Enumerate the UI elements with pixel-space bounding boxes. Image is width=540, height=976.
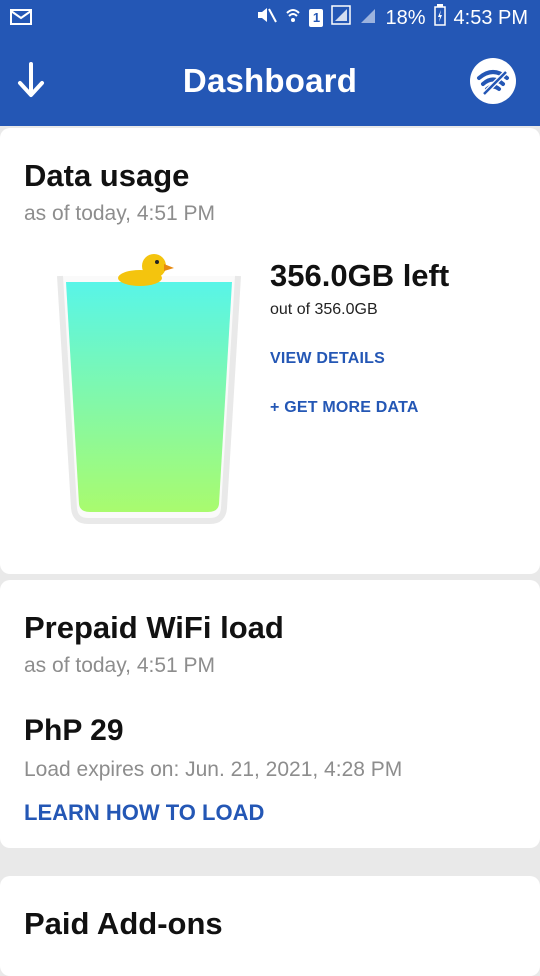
status-icons: 1 18% 4:53 PM xyxy=(255,4,528,32)
status-time: 4:53 PM xyxy=(453,6,528,29)
load-expiry: Load expires on: Jun. 21, 2021, 4:28 PM xyxy=(24,758,403,781)
mute-icon xyxy=(255,5,278,31)
battery-percent: 18% xyxy=(385,6,426,29)
data-usage-timestamp: as of today, 4:51 PM xyxy=(24,202,216,225)
view-details-link[interactable]: VIEW DETAILS xyxy=(270,350,385,368)
prepaid-timestamp: as of today, 4:51 PM xyxy=(24,654,216,677)
data-glass-graphic xyxy=(57,254,241,524)
page-title: Dashboard xyxy=(182,62,358,99)
battery-icon xyxy=(433,4,446,32)
data-total: out of 356.0GB xyxy=(270,301,378,318)
wifi-signal-icon xyxy=(285,5,301,31)
learn-how-to-load-link[interactable]: LEARN HOW TO LOAD xyxy=(24,800,264,826)
sim-icon: 1 xyxy=(309,9,324,27)
data-usage-card: Data usage as of today, 4:51 PM 356.0GB … xyxy=(0,128,540,574)
prepaid-card: Prepaid WiFi load as of today, 4:51 PM P… xyxy=(0,580,540,848)
signal-icon xyxy=(331,5,352,31)
prepaid-title: Prepaid WiFi load xyxy=(24,610,284,645)
data-usage-title: Data usage xyxy=(24,158,190,193)
app-bar: Dashboard xyxy=(0,36,540,126)
signal-icon xyxy=(359,5,377,31)
mail-icon xyxy=(10,8,32,31)
load-amount: PhP 29 xyxy=(24,714,124,747)
get-more-data-link[interactable]: + GET MORE DATA xyxy=(270,399,419,417)
data-remaining: 356.0GB left xyxy=(270,258,450,293)
data-level-fill xyxy=(66,282,232,512)
paid-addons-card: Paid Add-ons xyxy=(0,876,540,976)
wifi-logo-icon[interactable] xyxy=(470,58,516,104)
paid-addons-title: Paid Add-ons xyxy=(24,906,223,941)
status-bar: 1 18% 4:53 PM xyxy=(0,0,540,36)
